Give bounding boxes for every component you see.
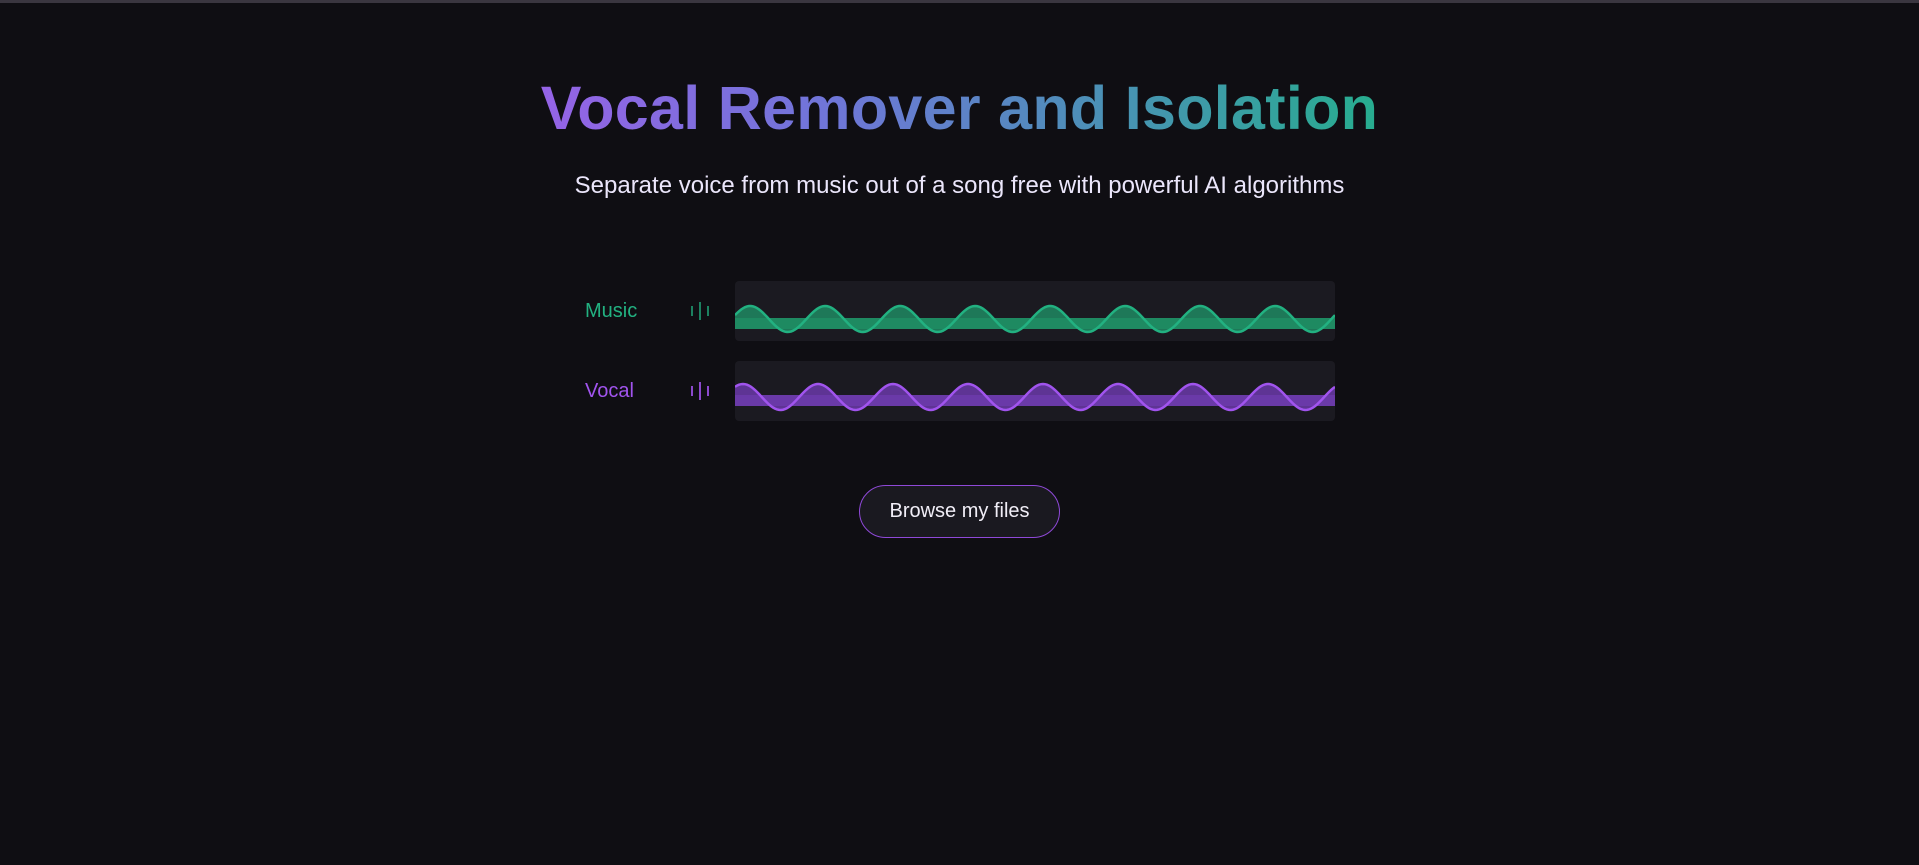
browse-files-button[interactable]: Browse my files (859, 485, 1060, 538)
track-row-vocal: Vocal (585, 361, 1335, 421)
track-row-music: Music (585, 281, 1335, 341)
equalizer-icon (691, 382, 709, 400)
track-label-vocal: Vocal (585, 380, 634, 402)
page-subtitle: Separate voice from music out of a song … (574, 172, 1345, 199)
waveform-vocal (735, 361, 1335, 421)
waveform-music-graphic (735, 304, 1335, 334)
waveform-music (735, 281, 1335, 341)
waveform-vocal-graphic (735, 382, 1335, 412)
window-top-border (0, 0, 1919, 3)
equalizer-icon (691, 302, 709, 320)
track-label-music: Music (585, 300, 638, 322)
page-title-text: Vocal Remover and Isolation (540, 74, 1379, 142)
page-title: Vocal Remover and Isolation (0, 72, 1919, 144)
